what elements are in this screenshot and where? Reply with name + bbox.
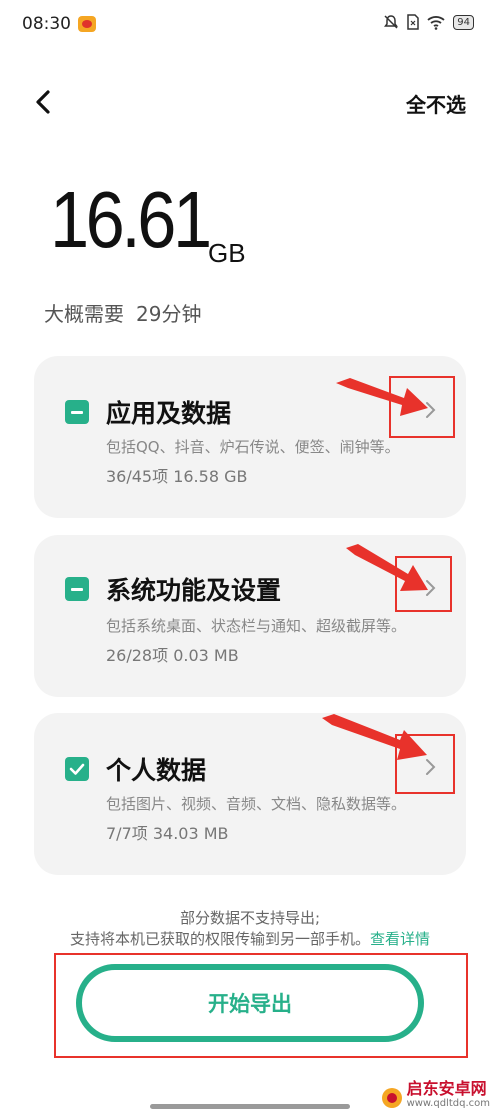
- watermark-url: www.qdltdq.com: [406, 1098, 490, 1109]
- category-description: 包括QQ、抖音、炉石传说、便签、闹钟等。: [106, 438, 400, 456]
- category-stats: 36/45项 16.58 GB: [106, 467, 248, 486]
- start-export-button[interactable]: 开始导出: [76, 964, 424, 1042]
- notice-line-1: 部分数据不支持导出;: [179, 909, 321, 927]
- annotation-box: [389, 376, 455, 438]
- watermark: 启东安卓网 www.qdltdq.com: [381, 1080, 490, 1109]
- deselect-all-button[interactable]: 全不选: [406, 89, 466, 118]
- annotation-box: [395, 556, 452, 612]
- back-button[interactable]: [30, 86, 58, 118]
- notice-text: 支持将本机已获取的权限传输到另一部手机。: [69, 930, 370, 948]
- total-size-unit: GB: [208, 238, 246, 268]
- home-indicator[interactable]: [150, 1104, 350, 1109]
- site-logo-icon: [381, 1088, 402, 1108]
- status-icons: 94: [383, 14, 474, 30]
- total-size-value: 16.61: [50, 175, 212, 264]
- time-estimate: 大概需要 29分钟: [44, 298, 201, 327]
- partial-checkbox[interactable]: [65, 400, 89, 424]
- chevron-left-icon: [36, 90, 50, 114]
- time-estimate-value: 29分钟: [136, 302, 202, 326]
- mute-bell-icon: [384, 15, 399, 29]
- category-description: 包括图片、视频、音频、文档、隐私数据等。: [106, 795, 407, 813]
- time-estimate-label: 大概需要: [44, 302, 124, 326]
- category-title: 个人数据: [106, 756, 207, 785]
- sim-card-icon: [407, 14, 420, 30]
- watermark-title: 启东安卓网: [406, 1079, 487, 1098]
- category-title: 系统功能及设置: [106, 576, 282, 605]
- checkmark-icon: [69, 763, 85, 775]
- category-stats: 7/7项 34.03 MB: [106, 824, 229, 843]
- category-title: 应用及数据: [106, 399, 232, 428]
- battery-indicator: 94: [453, 14, 474, 30]
- partial-checkbox[interactable]: [65, 577, 89, 601]
- checked-checkbox[interactable]: [65, 757, 89, 781]
- export-notice: 部分数据不支持导出; 支持将本机已获取的权限传输到另一部手机。查看详情: [0, 908, 500, 950]
- wifi-icon: [427, 16, 445, 30]
- weibo-notification-icon: [78, 16, 96, 32]
- status-time: 08:30: [22, 14, 71, 34]
- category-description: 包括系统桌面、状态栏与通知、超级截屏等。: [106, 617, 407, 635]
- annotation-box: [395, 734, 455, 794]
- category-stats: 26/28项 0.03 MB: [106, 646, 239, 665]
- notice-line-2: 支持将本机已获取的权限传输到另一部手机。查看详情: [0, 929, 500, 950]
- view-details-link[interactable]: 查看详情: [370, 930, 430, 948]
